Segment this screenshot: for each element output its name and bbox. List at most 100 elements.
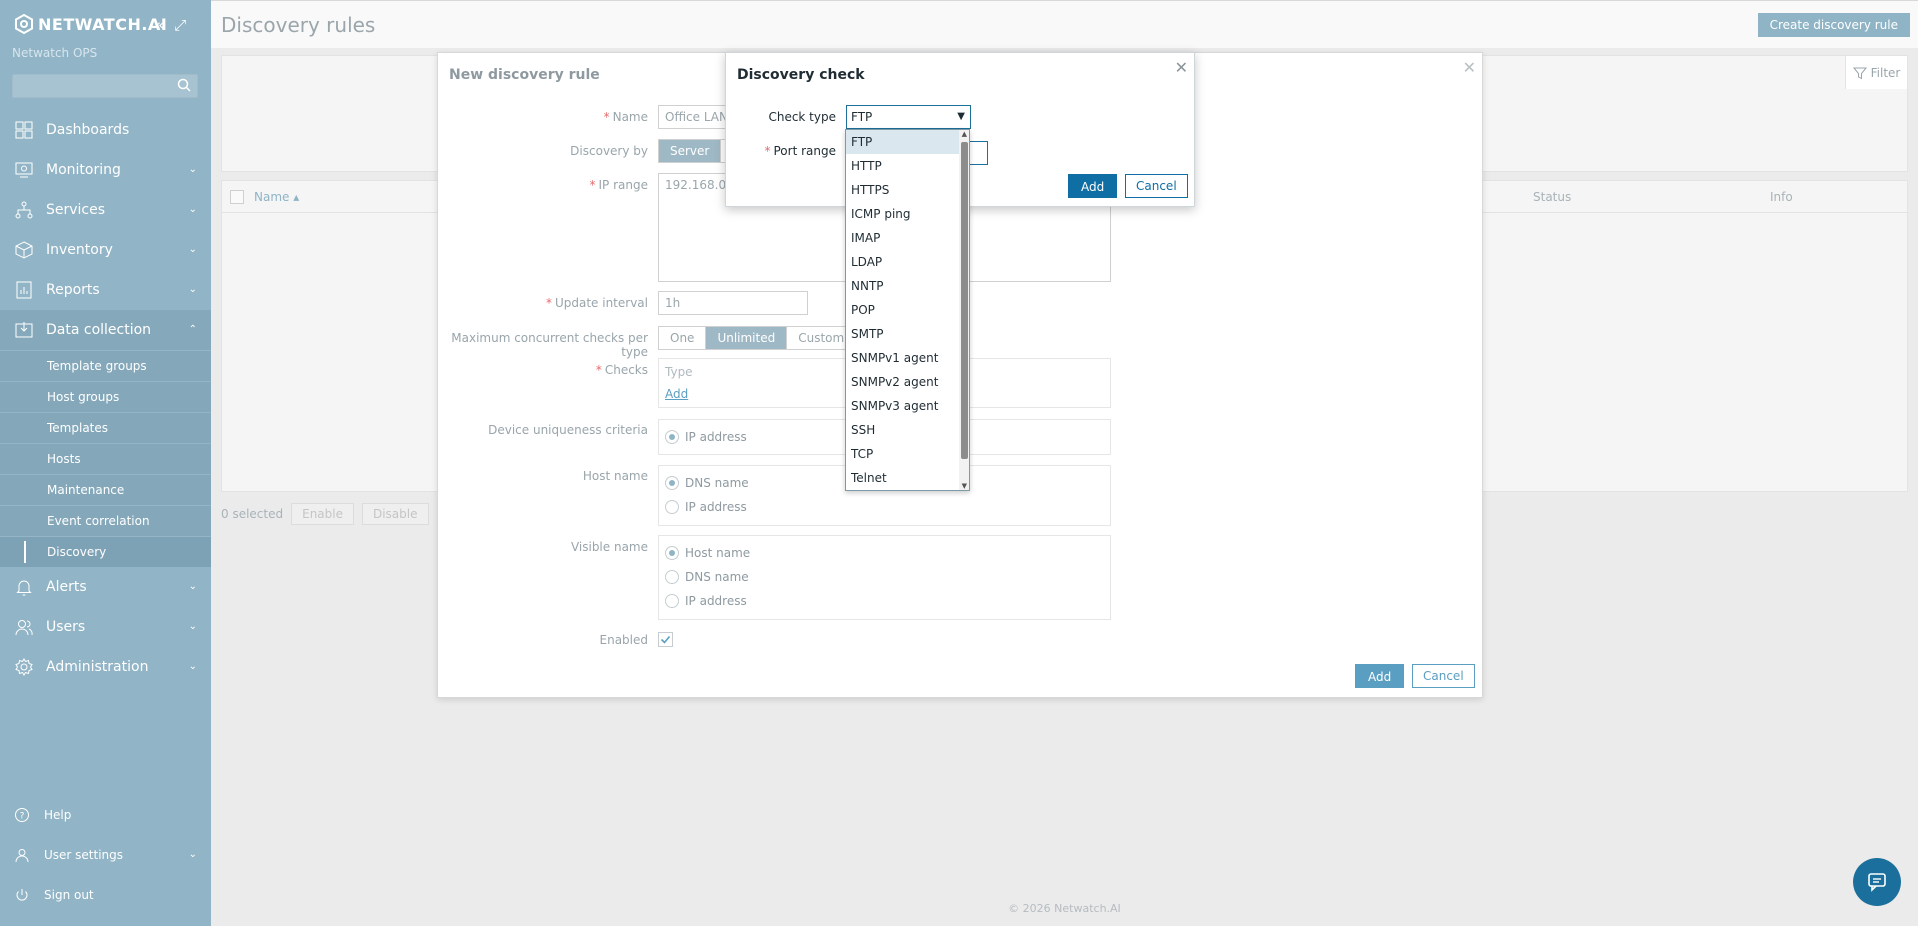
radio-button[interactable] xyxy=(665,546,679,560)
max-checks-unlimited[interactable]: Unlimited xyxy=(706,327,788,349)
max-checks-toggle[interactable]: One Unlimited Custom xyxy=(658,326,857,350)
option-ssh[interactable]: SSH xyxy=(846,418,969,442)
search-icon[interactable] xyxy=(177,78,191,92)
column-name[interactable]: Name ▴ xyxy=(254,190,299,204)
sidebar-item-discovery[interactable]: Discovery xyxy=(0,536,211,567)
option-snmpv1-agent[interactable]: SNMPv1 agent xyxy=(846,346,969,370)
option-smtp[interactable]: SMTP xyxy=(846,322,969,346)
sidebar-search-input[interactable] xyxy=(12,74,198,98)
nav-alerts[interactable]: Alerts ⌄ xyxy=(0,567,211,607)
dropdown-scrollbar[interactable]: ▲ ▼ xyxy=(959,130,969,490)
sidebar-item-maintenance[interactable]: Maintenance xyxy=(0,474,211,505)
update-interval-label: * Update interval xyxy=(545,296,648,310)
close-icon[interactable]: ✕ xyxy=(1463,58,1476,77)
visible-name-dns-option[interactable]: DNS name xyxy=(659,565,1110,589)
sidebar-item-hosts[interactable]: Hosts xyxy=(0,443,211,474)
kiosk-mode-icon[interactable]: ⤢ xyxy=(174,16,186,34)
scrollbar-thumb[interactable] xyxy=(961,142,968,459)
power-icon xyxy=(16,889,28,901)
sidebar-item-template-groups[interactable]: Template groups xyxy=(0,350,211,381)
column-status: Status xyxy=(1533,190,1572,204)
sidebar-item-templates[interactable]: Templates xyxy=(0,412,211,443)
option-label: Host name xyxy=(685,546,751,560)
nav-data-collection[interactable]: Data collection ⌃ xyxy=(0,310,211,350)
check-add-button[interactable]: Add xyxy=(1068,174,1118,198)
radio-button[interactable] xyxy=(665,500,679,514)
option-ldap[interactable]: LDAP xyxy=(846,250,969,274)
radio-button[interactable] xyxy=(665,430,679,444)
option-imap[interactable]: IMAP xyxy=(846,226,969,250)
option-icmp-ping[interactable]: ICMP ping xyxy=(846,202,969,226)
rule-add-button[interactable]: Add xyxy=(1355,664,1405,688)
option-tcp[interactable]: TCP xyxy=(846,442,969,466)
checks-add-link[interactable]: Add xyxy=(665,387,688,401)
chat-button[interactable] xyxy=(1853,858,1901,906)
chevron-down-icon: ⌄ xyxy=(188,849,197,860)
check-type-dropdown[interactable]: FTP HTTP HTTPS ICMP ping IMAP LDAP NNTP … xyxy=(845,129,970,491)
filter-tab[interactable]: Filter xyxy=(1845,56,1907,89)
port-range-label: * Port range xyxy=(764,144,837,158)
nav-label: Data collection xyxy=(46,322,152,338)
nav-dashboards[interactable]: Dashboards xyxy=(0,110,211,150)
visible-name-host-option[interactable]: Host name xyxy=(659,541,1110,565)
discovery-by-toggle[interactable]: Server xyxy=(658,139,731,163)
radio-button[interactable] xyxy=(665,570,679,584)
max-checks-one[interactable]: One xyxy=(659,327,707,349)
check-cancel-button[interactable]: Cancel xyxy=(1125,174,1188,198)
check-type-value: FTP xyxy=(851,110,873,124)
option-pop[interactable]: POP xyxy=(846,298,969,322)
nav-users[interactable]: Users ⌄ xyxy=(0,607,211,647)
selected-count: 0 selected xyxy=(221,507,284,521)
nav-sign-out[interactable]: Sign out xyxy=(0,875,211,915)
option-https[interactable]: HTTPS xyxy=(846,178,969,202)
host-name-label: Host name xyxy=(582,469,648,483)
close-icon[interactable]: ✕ xyxy=(1175,58,1188,77)
nav-administration[interactable]: Administration ⌄ xyxy=(0,647,211,687)
scroll-up-arrow-icon[interactable]: ▲ xyxy=(962,130,967,138)
visible-name-label: Visible name xyxy=(570,540,648,554)
chevron-down-icon: ⌄ xyxy=(188,581,197,592)
option-snmpv2-agent[interactable]: SNMPv2 agent xyxy=(846,370,969,394)
visible-name-options: Host name DNS name IP address xyxy=(658,535,1111,620)
brand-logo[interactable]: NETWATCH.AI xyxy=(14,14,167,34)
reports-icon xyxy=(16,281,32,299)
create-discovery-rule-button[interactable]: Create discovery rule xyxy=(1757,13,1910,37)
nav-label: Help xyxy=(44,808,72,822)
name-label: * Name xyxy=(603,110,648,124)
checkmark-icon xyxy=(660,635,671,644)
radio-button[interactable] xyxy=(665,594,679,608)
update-interval-input[interactable]: 1h xyxy=(658,291,808,315)
sidebar-item-host-groups[interactable]: Host groups xyxy=(0,381,211,412)
nav-reports[interactable]: Reports ⌄ xyxy=(0,270,211,310)
enabled-checkbox[interactable] xyxy=(658,632,673,647)
enabled-label: Enabled xyxy=(599,633,649,647)
option-nntp[interactable]: NNTP xyxy=(846,274,969,298)
nav-services[interactable]: Services ⌄ xyxy=(0,190,211,230)
select-all-checkbox[interactable] xyxy=(230,190,244,204)
host-name-ip-option[interactable]: IP address xyxy=(659,495,1110,519)
sidebar-item-event-correlation[interactable]: Event correlation xyxy=(0,505,211,536)
radio-button[interactable] xyxy=(665,476,679,490)
filter-icon xyxy=(1852,67,1867,79)
option-telnet[interactable]: Telnet xyxy=(846,466,969,490)
disable-button[interactable]: Disable xyxy=(361,503,429,525)
visible-name-ip-option[interactable]: IP address xyxy=(659,589,1110,613)
check-type-select[interactable]: FTP ▼ xyxy=(846,105,971,129)
nav-user-settings[interactable]: User settings ⌄ xyxy=(0,835,211,875)
chevron-down-icon: ⌄ xyxy=(188,244,197,255)
scroll-down-arrow-icon[interactable]: ▼ xyxy=(962,482,967,490)
option-snmpv3-agent[interactable]: SNMPv3 agent xyxy=(846,394,969,418)
nav-monitoring[interactable]: Monitoring ⌄ xyxy=(0,150,211,190)
option-http[interactable]: HTTP xyxy=(846,154,969,178)
nav-label: Administration xyxy=(46,659,149,675)
option-label: DNS name xyxy=(685,570,749,584)
discovery-by-server-option[interactable]: Server xyxy=(659,140,722,162)
enable-button[interactable]: Enable xyxy=(291,503,354,525)
rule-cancel-button[interactable]: Cancel xyxy=(1412,664,1475,688)
collapse-sidebar-icon[interactable]: « xyxy=(155,16,164,34)
nav-help[interactable]: ? Help xyxy=(0,795,211,835)
main-nav: Dashboards Monitoring ⌄ Services ⌄ Inven… xyxy=(0,110,211,687)
option-ftp[interactable]: FTP xyxy=(846,130,969,154)
inventory-icon xyxy=(15,241,33,259)
nav-inventory[interactable]: Inventory ⌄ xyxy=(0,230,211,270)
